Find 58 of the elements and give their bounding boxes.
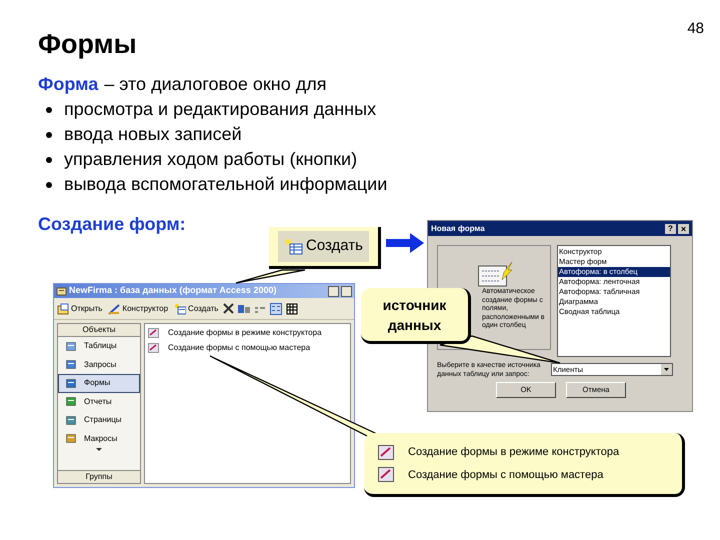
groups-header: Группы — [58, 470, 140, 483]
dialog-title: Новая форма — [431, 222, 486, 234]
bullet-icon — [46, 182, 52, 188]
form-wizard-icon — [378, 444, 394, 460]
bullet-icon — [46, 106, 52, 112]
window-title: NewFirma : база данных (формат Access 2000) — [69, 284, 278, 298]
more-arrow-icon — [96, 448, 102, 451]
toolbar-button[interactable]: Конструктор — [107, 302, 170, 314]
form-wizard-icon — [478, 262, 513, 287]
bullet-text: вывода вспомогательной информации — [64, 173, 388, 196]
folder-icon — [57, 302, 69, 314]
toolbar-button[interactable]: Создать — [173, 302, 220, 314]
objects-header: Объекты — [58, 324, 140, 337]
database-icon — [56, 286, 67, 296]
toolbar-button[interactable]: Открыть — [56, 302, 104, 314]
object-type-icon — [66, 360, 76, 370]
maximize-button[interactable] — [341, 286, 352, 296]
minimize-button[interactable] — [328, 286, 339, 296]
large-icons-icon — [238, 304, 250, 312]
list-item[interactable]: Создание формы с помощью мастера — [148, 342, 347, 354]
close-button[interactable]: × — [678, 224, 689, 234]
object-item[interactable]: Отчеты — [58, 392, 140, 411]
callout-text: источник данных — [361, 288, 471, 344]
subheading: Создание форм: — [38, 213, 186, 236]
object-item[interactable]: Запросы — [58, 356, 140, 374]
page-number: 48 — [687, 19, 704, 39]
object-type-icon — [66, 397, 76, 406]
slide-title: Формы — [38, 28, 137, 61]
object-item[interactable]: Формы — [58, 374, 140, 392]
form-wizard-icon — [378, 467, 394, 482]
bullet-icon — [46, 156, 52, 162]
bullet-text: просмотра и редактирования данных — [64, 98, 376, 121]
delete-icon — [223, 303, 234, 314]
object-item[interactable]: Макросы — [58, 430, 140, 448]
object-type-icon — [66, 342, 76, 351]
form-wizard-icon — [148, 328, 159, 338]
arrow — [386, 233, 424, 253]
sparkle-form-icon — [284, 238, 303, 255]
object-item[interactable]: Страницы — [58, 411, 140, 430]
term: Форма — [38, 73, 98, 96]
bullet-text: ввода новых записей — [64, 123, 242, 146]
object-type-icon — [66, 378, 76, 388]
pencil-ruler-icon — [108, 302, 120, 314]
definition-text: – это диалоговое окно для — [104, 73, 327, 96]
help-button[interactable]: ? — [665, 224, 676, 234]
object-type-icon — [66, 434, 76, 444]
details-grid-icon — [286, 302, 298, 314]
bullet-text: управления ходом работы (кнопки) — [64, 148, 358, 171]
wizard-option: Создание формы с помощью мастера — [408, 466, 604, 483]
form-wizard-icon — [148, 343, 159, 353]
wizard-option: Создание формы в режиме конструктора — [408, 444, 620, 460]
list-item[interactable]: Создание формы в режиме конструктора — [148, 327, 347, 339]
object-item[interactable]: Таблицы — [58, 337, 140, 356]
object-type-icon — [66, 416, 76, 425]
bullet-icon — [46, 132, 52, 138]
sparkle-form-icon — [174, 302, 186, 314]
list-view-icon — [270, 302, 282, 314]
create-button[interactable]: Создать — [278, 231, 369, 262]
